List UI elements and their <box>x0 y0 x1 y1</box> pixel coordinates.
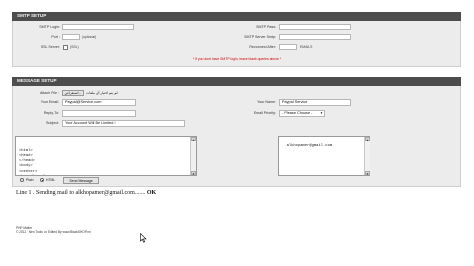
smtp-server-input[interactable] <box>279 34 351 40</box>
message-body-scrollbar[interactable]: ▲ ▼ <box>190 137 196 176</box>
smtp-server-label: SMTP Server Smtp: <box>244 35 276 39</box>
chevron-down-icon: ▼ <box>320 111 323 115</box>
send-message-button[interactable]: Send Message <box>63 177 99 184</box>
scroll-up-button[interactable]: ▲ <box>191 137 196 142</box>
send-log-line: Line 1 . Sending mail to alkhopamer@gmai… <box>16 189 156 197</box>
reconnect-input[interactable] <box>279 44 297 50</box>
recipients-scroll-down-button[interactable]: ▼ <box>365 171 370 176</box>
mouse-cursor-icon <box>140 233 147 243</box>
smtp-warning-text: * If you dont have SMTP login, leave bla… <box>192 57 282 61</box>
recipients-text: alkhopamer@gmail.com <box>286 144 333 149</box>
subject-input[interactable]: Your Account Will Be Limited ! <box>62 120 185 127</box>
ssl-checkbox[interactable] <box>63 44 68 50</box>
message-setup-header: MESSAGE SETUP <box>12 77 461 86</box>
message-body-line: <br></br></br> <box>19 175 193 176</box>
port-input[interactable] <box>62 34 80 40</box>
recipients-scrollbar[interactable]: ▲ ▼ <box>364 137 370 176</box>
reply-to-label: Reply-To: <box>43 111 59 115</box>
plain-radio[interactable] <box>20 178 24 182</box>
port-optional-note: (optional) <box>82 35 97 39</box>
recipients-scroll-up-button[interactable]: ▲ <box>365 137 370 142</box>
send-log-text: Line 1 . Sending mail to alkhopamer@gmai… <box>16 190 146 196</box>
plain-label: Plain <box>26 178 34 182</box>
attach-status-text: لم يتم اختيار أي ملفات. <box>86 91 119 95</box>
port-label: Port : <box>51 35 60 39</box>
footer-credits: © 2012 ' Nen Tools ••• Edited By www.Bla… <box>16 230 91 234</box>
email-priority-value: - Please Choose - <box>282 111 313 115</box>
email-priority-label: Email Priority: <box>253 111 276 115</box>
html-radio[interactable] <box>40 178 44 182</box>
reconnect-label: Reconnect After: <box>249 45 276 49</box>
ssl-server-label: SSL Server: <box>40 45 60 49</box>
message-body-content: <html><head></head><body><center><br></b… <box>19 149 193 176</box>
your-name-input[interactable]: Paypal Service <box>279 99 351 106</box>
recipients-textarea[interactable]: alkhopamer@gmail.com <box>278 136 370 176</box>
subject-label: Subject: <box>46 121 59 125</box>
send-log-status: OK <box>146 190 157 196</box>
your-email-label: Your Email: <box>40 100 59 104</box>
message-body-textarea[interactable]: <html><head></head><body><center><br></b… <box>15 136 197 176</box>
ssl-note: (SSL) <box>70 45 79 49</box>
browse-button[interactable]: استعراض... <box>62 90 84 96</box>
smtp-login-input[interactable] <box>62 24 134 30</box>
smtp-login-label: SMTP Login: <box>39 25 60 29</box>
smtp-pass-input[interactable] <box>279 24 351 30</box>
email-priority-select[interactable]: - Please Choose - ▼ <box>279 110 325 117</box>
html-label: HTML <box>46 178 56 182</box>
reconnect-emails-note: EMAILS <box>300 45 313 49</box>
attach-file-label: Attach File : <box>40 91 59 95</box>
scroll-down-button[interactable]: ▼ <box>191 171 196 176</box>
reply-to-input[interactable] <box>62 110 136 117</box>
smtp-pass-label: SMTP Pass: <box>256 25 276 29</box>
your-name-label: Your Name: <box>257 100 276 104</box>
your-email-input[interactable]: Paypal@Service.com <box>62 99 136 106</box>
smtp-setup-header: SMTP SETUP <box>12 12 461 21</box>
